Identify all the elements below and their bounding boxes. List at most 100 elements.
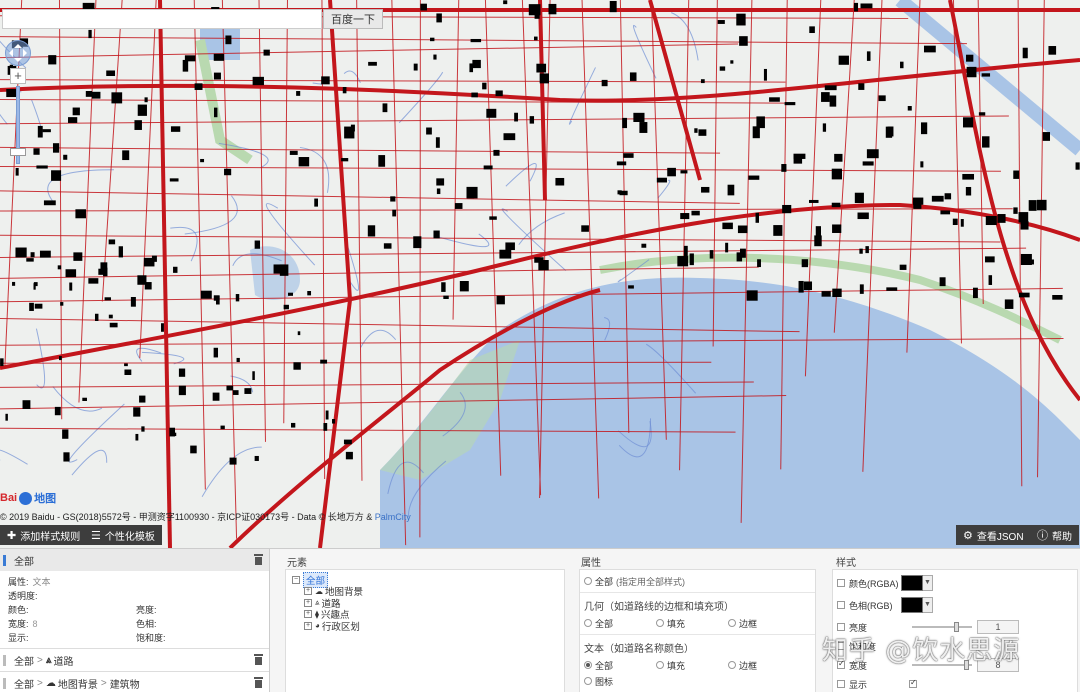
brightness-slider[interactable] [912,622,972,632]
search-button[interactable]: 百度一下 [323,9,383,29]
search-input[interactable] [3,10,321,28]
building [814,235,822,247]
rule-header[interactable]: 全部 > ⩓ 道路 [0,649,269,671]
building [821,291,831,297]
zoom-slider-handle[interactable] [10,148,26,156]
building [151,255,157,262]
building [739,248,746,258]
hue-rgb-checkbox[interactable] [837,601,845,609]
building [94,313,99,321]
building [122,150,130,161]
view-json-button[interactable]: ⚙ 查看JSON [956,525,1031,545]
geometry-stroke-radio[interactable]: 边框 [728,617,800,630]
building [63,452,70,462]
building [781,164,787,172]
palmcity-link[interactable]: PalmCity [375,512,411,522]
prop-visible: 显示: [8,633,29,643]
building [907,106,912,111]
tree-node-admin[interactable]: + ◕ 行政区划 [292,619,558,633]
building [178,368,186,377]
building [757,259,761,268]
building [226,385,234,391]
rule-header[interactable]: 全部 > ☁ 地图背景 > 建筑物 [0,672,269,692]
attr-all-section: 全部 (指定用全部样式) [580,570,815,593]
building [536,63,547,73]
visible-checkbox[interactable] [837,680,845,688]
expand-icon[interactable]: + [304,621,312,630]
building [1036,199,1047,211]
geometry-all-radio[interactable]: 全部 [584,617,656,630]
map-canvas[interactable]: 百度一下 + Bai 地图 © 2019 Baidu - GS(2018)557… [0,0,1080,548]
building [88,278,99,284]
prop-hue: 色相: [136,619,157,629]
info-icon: ⓘ [1037,530,1048,542]
building [60,302,64,306]
pan-down-icon[interactable] [14,58,22,66]
add-style-rule-button[interactable]: ✚ 添加样式规则 [0,525,88,545]
building [973,287,978,299]
rule-header[interactable]: 全部 [0,549,269,571]
rule-item-buildings[interactable]: 全部 > ☁ 地图背景 > 建筑物 [0,672,269,692]
color-rgba-swatch[interactable] [901,575,923,591]
building [944,193,952,200]
zoom-in-button[interactable]: + [10,68,26,84]
delete-rule-icon[interactable] [254,654,263,665]
templates-button[interactable]: ☰ 个性化模板 [84,525,162,545]
building [413,63,418,71]
attr-geometry-section: 几何（如道路线的边框和填充项） 全部 填充 边框 [580,593,815,635]
help-button[interactable]: ⓘ 帮助 [1030,525,1079,545]
building [236,357,240,363]
radio-icon[interactable] [584,577,592,585]
building [471,92,478,98]
color-rgba-checkbox[interactable] [837,579,845,587]
building [939,277,946,287]
chevron-down-icon[interactable]: ▼ [923,597,933,613]
delete-rule-icon[interactable] [254,554,263,565]
building [1075,162,1080,170]
building [601,79,608,87]
expand-icon[interactable]: + [304,610,312,619]
pan-up-icon[interactable] [14,40,22,48]
building [854,192,864,204]
pan-right-icon[interactable] [23,49,31,57]
color-rgba-label: 颜色(RGBA) [849,578,899,589]
attr-all-radio[interactable]: 全部 (指定用全部样式) [584,575,685,588]
templates-label: 个性化模板 [104,531,155,543]
building [617,190,622,195]
elements-title: 元素 [287,558,307,569]
pan-control[interactable] [5,40,31,66]
building [103,267,108,277]
building [1018,292,1030,298]
visible-toggle-checkbox[interactable] [909,678,917,688]
building [443,295,449,299]
search-input-box[interactable] [2,9,322,29]
building [482,82,487,90]
hue-rgb-swatch[interactable] [901,597,923,613]
building [689,253,694,266]
collapse-icon[interactable]: − [292,575,300,584]
building [539,73,549,84]
tree-node-label[interactable]: 行政区划 [322,619,360,633]
building [307,291,312,296]
icon-radio[interactable]: 图标 [584,675,656,688]
building [763,68,767,81]
building [106,70,116,77]
geometry-fill-radio[interactable]: 填充 [656,617,728,630]
text-fill-radio[interactable]: 填充 [656,659,728,672]
expand-icon[interactable]: + [304,587,312,596]
building [988,275,993,285]
chevron-down-icon[interactable]: ▼ [923,575,933,591]
rule-item-all[interactable]: 全部 属性: 文本 透明度: 颜色: 亮度: 宽度: 8 色相: 显示: 饱和度: [0,549,269,649]
rule-path-leaf: 建筑物 [109,679,140,691]
text-stroke-radio[interactable]: 边框 [728,659,800,672]
map-drawing [0,0,1080,548]
text-all-radio[interactable]: 全部 [584,659,656,672]
pan-left-icon[interactable] [5,49,13,57]
building [899,264,907,270]
rule-item-roads[interactable]: 全部 > ⩓ 道路 [0,649,269,672]
zhihu-watermark: 知乎 @饮水思源 [822,636,1021,666]
building [887,126,894,137]
building [288,292,294,296]
expand-icon[interactable]: + [304,598,312,607]
delete-rule-icon[interactable] [254,677,263,688]
